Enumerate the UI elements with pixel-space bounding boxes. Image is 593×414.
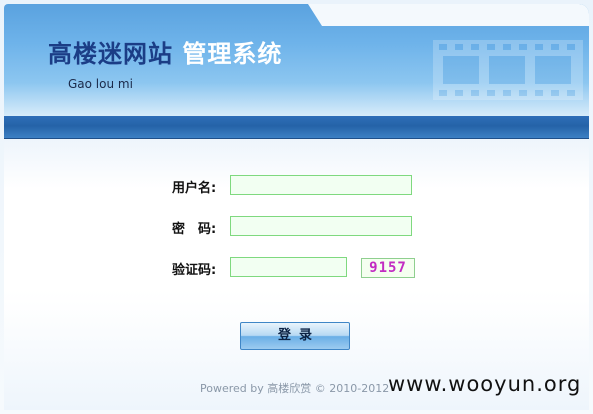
password-label: 密 码: xyxy=(172,222,217,237)
captcha-input[interactable] xyxy=(230,257,347,277)
filmstrip-decoration xyxy=(433,40,583,100)
username-input[interactable] xyxy=(230,175,412,195)
site-system-name: 管理系统 xyxy=(182,39,283,68)
site-title: 高楼迷网站 管理系统 xyxy=(48,34,282,69)
login-button[interactable]: 登录 xyxy=(240,322,350,350)
watermark-text: www.wooyun.org xyxy=(388,372,582,396)
header-banner: 高楼迷网站 管理系统 Gao lou mi xyxy=(4,4,589,116)
header-band xyxy=(4,116,589,139)
site-subtitle: Gao lou mi xyxy=(68,77,133,91)
captcha-label: 验证码: xyxy=(172,263,217,278)
site-brand: 高楼迷网站 xyxy=(48,39,173,68)
password-input[interactable] xyxy=(230,216,412,236)
captcha-image[interactable]: 9157 xyxy=(361,258,415,278)
copyright-footer: Powered by 高楼欣赏 © 2010-2012 xyxy=(200,382,390,395)
header-notch xyxy=(308,4,589,26)
username-label: 用户名: xyxy=(172,181,217,196)
